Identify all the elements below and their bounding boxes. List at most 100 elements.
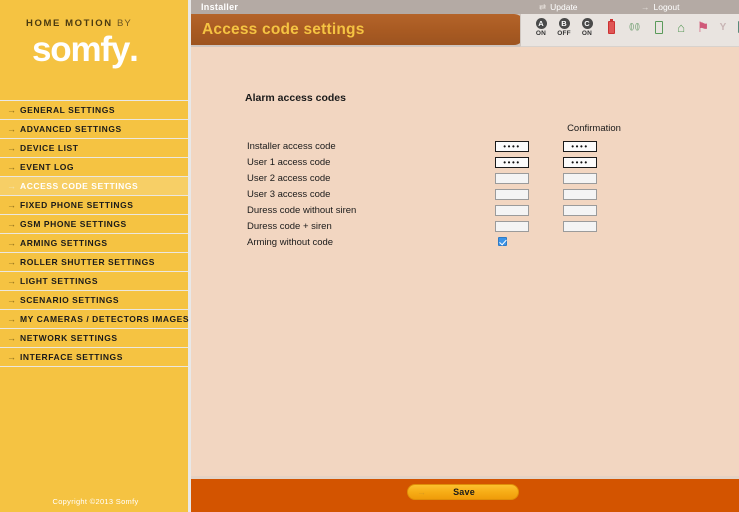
sidebar-item-label: GENERAL SETTINGS <box>20 105 116 115</box>
house-icon[interactable]: ⌂ <box>671 17 691 44</box>
arrow-right-icon: → <box>7 238 17 248</box>
arrow-right-icon: → <box>7 276 17 286</box>
save-button-label: Save <box>453 487 475 497</box>
code-confirm-input[interactable] <box>563 189 597 200</box>
form-row-label: User 1 access code <box>247 157 331 168</box>
sidebar-item-my-cameras-detectors-images[interactable]: → MY CAMERAS / DETECTORS IMAGES <box>0 310 189 329</box>
signal-waves-icon[interactable]: (|) (|) <box>624 17 644 44</box>
zone-badge: C <box>581 18 593 29</box>
arrow-right-icon: → <box>7 314 17 324</box>
form-row-label: Arming without code <box>247 237 334 248</box>
sidebar-item-label: ARMING SETTINGS <box>20 238 108 248</box>
sidebar-item-label: DEVICE LIST <box>20 143 79 153</box>
form-row-label: Duress code without siren <box>247 205 357 216</box>
form-row-label: Duress code + siren <box>247 221 332 232</box>
arrow-right-icon: → <box>7 124 17 134</box>
brand-wordmark-text: somfy <box>32 30 130 69</box>
application-window: HOME MOTION BY somfy. → GENERAL SETTINGS →… <box>0 0 739 512</box>
sidebar-item-label: EVENT LOG <box>20 162 75 172</box>
sidebar-item-general-settings[interactable]: → GENERAL SETTINGS <box>0 101 188 120</box>
door-sensor-glyph <box>655 21 663 34</box>
page-title: Access code settings <box>202 21 365 38</box>
code-input[interactable]: •••• <box>495 141 529 152</box>
main-content: Alarm access codes Confirmation Installe… <box>191 47 739 479</box>
sidebar-item-label: LIGHT SETTINGS <box>20 276 99 286</box>
battery-icon[interactable] <box>601 17 621 44</box>
zone-b-indicator[interactable]: B OFF <box>554 17 574 44</box>
arrow-right-icon: → <box>7 257 17 267</box>
save-button[interactable]: → Save <box>407 484 519 500</box>
module-icon[interactable] <box>733 17 739 44</box>
arrow-right-icon: → <box>7 162 17 172</box>
zone-badge: A <box>535 18 547 29</box>
arrow-right-icon: → <box>7 181 17 191</box>
code-input[interactable] <box>495 205 529 216</box>
form-row: Installer access code •••• •••• <box>245 139 665 155</box>
code-confirm-input[interactable]: •••• <box>563 157 597 168</box>
zone-state-label: ON <box>581 30 593 37</box>
arrow-right-icon: → <box>7 352 17 362</box>
arrow-right-icon: → <box>7 333 17 343</box>
code-input[interactable] <box>495 221 529 232</box>
arrow-right-icon: → <box>7 219 17 229</box>
sidebar-item-gsm-phone-settings[interactable]: → GSM PHONE SETTINGS <box>0 215 188 234</box>
zone-state-label: ON <box>535 30 547 37</box>
sidebar-item-fixed-phone-settings[interactable]: → FIXED PHONE SETTINGS <box>0 196 188 215</box>
zone-a-indicator[interactable]: A ON <box>531 17 551 44</box>
sidebar-item-label: ACCESS CODE SETTINGS <box>20 181 139 191</box>
brand-tagline: HOME MOTION BY <box>26 18 188 29</box>
sidebar-item-label: ROLLER SHUTTER SETTINGS <box>20 257 155 267</box>
brand-tagline-main: HOME MOTION <box>26 18 113 29</box>
sidebar-item-access-code-settings[interactable]: → ACCESS CODE SETTINGS <box>0 177 188 196</box>
antenna-glyph: Y <box>719 22 727 33</box>
form-row: Arming without code <box>245 235 665 251</box>
title-bar: Access code settings <box>191 14 524 45</box>
form-row: User 3 access code <box>245 187 665 203</box>
form-row: Duress code without siren <box>245 203 665 219</box>
sidebar-item-network-settings[interactable]: → NETWORK SETTINGS <box>0 329 188 348</box>
brand-wordmark-dot: . <box>129 30 139 69</box>
flag-icon[interactable]: ⚑ <box>693 17 713 44</box>
brand-logo: HOME MOTION BY somfy. <box>0 0 188 100</box>
top-bar: Installer ⇄ Update → Logout <box>191 0 739 14</box>
form-row-label: User 2 access code <box>247 173 331 184</box>
zone-c-indicator[interactable]: C ON <box>577 17 597 44</box>
arrow-right-icon: → <box>7 200 17 210</box>
sidebar-item-arming-settings[interactable]: → ARMING SETTINGS <box>0 234 188 253</box>
copyright-text: Copyright ©2013 Somfy <box>52 497 139 506</box>
form-row: Duress code + siren <box>245 219 665 235</box>
code-input[interactable] <box>495 189 529 200</box>
code-confirm-input[interactable] <box>563 221 597 232</box>
code-confirm-input[interactable] <box>563 205 597 216</box>
code-confirm-input[interactable] <box>563 173 597 184</box>
code-confirm-input[interactable]: •••• <box>563 141 597 152</box>
door-sensor-icon[interactable] <box>649 17 669 44</box>
battery-glyph <box>607 19 615 34</box>
antenna-icon[interactable]: Y <box>713 17 733 44</box>
confirmation-column-header: Confirmation <box>567 123 621 134</box>
sidebar-item-label: FIXED PHONE SETTINGS <box>20 200 134 210</box>
sidebar-item-device-list[interactable]: → DEVICE LIST <box>0 139 188 158</box>
flag-glyph: ⚑ <box>696 19 710 35</box>
update-button[interactable]: ⇄ Update <box>539 0 578 14</box>
arrow-right-icon: → <box>641 2 650 12</box>
form-row: User 2 access code <box>245 171 665 187</box>
code-input[interactable] <box>495 173 529 184</box>
logout-button[interactable]: → Logout <box>641 0 680 14</box>
sidebar-item-advanced-settings[interactable]: → ADVANCED SETTINGS <box>0 120 188 139</box>
status-icon-strip: A ON B OFF C ON (|) (|) ⌂ ⚑ Y <box>520 14 739 47</box>
section-title: Alarm access codes <box>245 92 346 104</box>
sidebar-item-label: GSM PHONE SETTINGS <box>20 219 127 229</box>
sidebar-item-interface-settings[interactable]: → INTERFACE SETTINGS <box>0 348 188 367</box>
update-label: Update <box>550 2 578 12</box>
sidebar-item-roller-shutter-settings[interactable]: → ROLLER SHUTTER SETTINGS <box>0 253 188 272</box>
code-input[interactable]: •••• <box>495 157 529 168</box>
sidebar-item-label: INTERFACE SETTINGS <box>20 352 123 362</box>
arming-without-code-checkbox[interactable] <box>498 237 507 246</box>
logout-label: Logout <box>653 2 680 12</box>
sidebar-item-light-settings[interactable]: → LIGHT SETTINGS <box>0 272 188 291</box>
sidebar: HOME MOTION BY somfy. → GENERAL SETTINGS →… <box>0 0 191 512</box>
zone-state-label: OFF <box>557 30 571 37</box>
sidebar-item-scenario-settings[interactable]: → SCENARIO SETTINGS <box>0 291 188 310</box>
sidebar-item-event-log[interactable]: → EVENT LOG <box>0 158 188 177</box>
